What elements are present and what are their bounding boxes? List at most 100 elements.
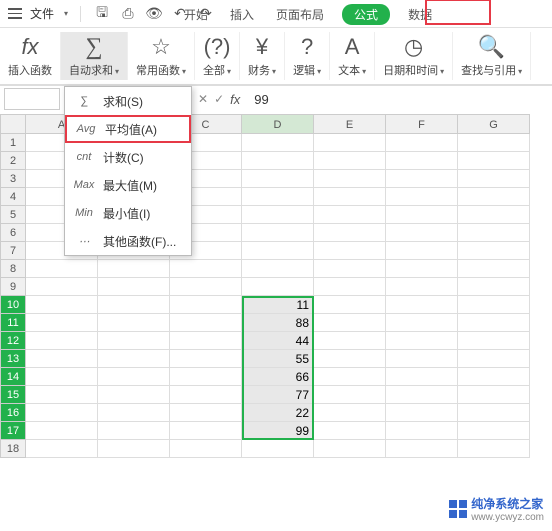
cell-F10[interactable] <box>386 296 458 314</box>
cell-D15[interactable]: 77 <box>242 386 314 404</box>
cell-C16[interactable] <box>170 404 242 422</box>
cell-D5[interactable] <box>242 206 314 224</box>
cell-A15[interactable] <box>26 386 98 404</box>
row-header-8[interactable]: 8 <box>0 260 26 278</box>
cell-B11[interactable] <box>98 314 170 332</box>
row-header-11[interactable]: 11 <box>0 314 26 332</box>
tab-pagelayout[interactable]: 页面布局 <box>272 4 328 25</box>
row-header-7[interactable]: 7 <box>0 242 26 260</box>
row-header-4[interactable]: 4 <box>0 188 26 206</box>
col-header-g[interactable]: G <box>458 114 530 134</box>
cell-G13[interactable] <box>458 350 530 368</box>
ribbon-common[interactable]: ☆ 常用函数▾ <box>128 32 195 80</box>
cell-E16[interactable] <box>314 404 386 422</box>
cell-E12[interactable] <box>314 332 386 350</box>
row-header-5[interactable]: 5 <box>0 206 26 224</box>
cell-B16[interactable] <box>98 404 170 422</box>
row-header-15[interactable]: 15 <box>0 386 26 404</box>
tab-home[interactable]: 开始 <box>180 4 212 25</box>
menu-more-functions[interactable]: ⋯ 其他函数(F)... <box>65 227 191 255</box>
formula-input[interactable]: 99 <box>246 92 268 107</box>
cell-E14[interactable] <box>314 368 386 386</box>
cell-B17[interactable] <box>98 422 170 440</box>
cell-D7[interactable] <box>242 242 314 260</box>
cell-G4[interactable] <box>458 188 530 206</box>
ribbon-lookup[interactable]: 🔍 查找与引用▾ <box>453 32 531 80</box>
cancel-formula-icon[interactable]: ✕ <box>198 92 208 106</box>
cell-A13[interactable] <box>26 350 98 368</box>
cell-E3[interactable] <box>314 170 386 188</box>
cell-G15[interactable] <box>458 386 530 404</box>
cell-F15[interactable] <box>386 386 458 404</box>
menu-min[interactable]: Min 最小值(I) <box>65 199 191 227</box>
cell-E18[interactable] <box>314 440 386 458</box>
cell-G1[interactable] <box>458 134 530 152</box>
row-header-9[interactable]: 9 <box>0 278 26 296</box>
cell-D11[interactable]: 88 <box>242 314 314 332</box>
menu-sum[interactable]: ∑ 求和(S) <box>65 87 191 115</box>
cell-F7[interactable] <box>386 242 458 260</box>
cell-C10[interactable] <box>170 296 242 314</box>
cell-E4[interactable] <box>314 188 386 206</box>
cell-D14[interactable]: 66 <box>242 368 314 386</box>
cell-A9[interactable] <box>26 278 98 296</box>
cell-F16[interactable] <box>386 404 458 422</box>
cell-D1[interactable] <box>242 134 314 152</box>
cell-C9[interactable] <box>170 278 242 296</box>
cell-E6[interactable] <box>314 224 386 242</box>
row-header-17[interactable]: 17 <box>0 422 26 440</box>
accept-formula-icon[interactable]: ✓ <box>214 92 224 106</box>
cell-F4[interactable] <box>386 188 458 206</box>
ribbon-logical[interactable]: ? 逻辑▾ <box>285 32 330 80</box>
cell-G9[interactable] <box>458 278 530 296</box>
cell-E17[interactable] <box>314 422 386 440</box>
row-header-1[interactable]: 1 <box>0 134 26 152</box>
cell-F12[interactable] <box>386 332 458 350</box>
cell-G16[interactable] <box>458 404 530 422</box>
cell-D2[interactable] <box>242 152 314 170</box>
cell-G18[interactable] <box>458 440 530 458</box>
cell-A10[interactable] <box>26 296 98 314</box>
menu-max[interactable]: Max 最大值(M) <box>65 171 191 199</box>
cell-B8[interactable] <box>98 260 170 278</box>
cell-E10[interactable] <box>314 296 386 314</box>
cell-E9[interactable] <box>314 278 386 296</box>
cell-B18[interactable] <box>98 440 170 458</box>
cell-C8[interactable] <box>170 260 242 278</box>
cell-A18[interactable] <box>26 440 98 458</box>
cell-D4[interactable] <box>242 188 314 206</box>
tab-formula[interactable]: 公式 <box>342 4 390 25</box>
cell-F11[interactable] <box>386 314 458 332</box>
ribbon-all[interactable]: (?) 全部▾ <box>195 32 240 80</box>
cell-D3[interactable] <box>242 170 314 188</box>
cell-E1[interactable] <box>314 134 386 152</box>
cell-C11[interactable] <box>170 314 242 332</box>
cell-D12[interactable]: 44 <box>242 332 314 350</box>
menu-count[interactable]: cnt 计数(C) <box>65 143 191 171</box>
cell-F1[interactable] <box>386 134 458 152</box>
cell-D18[interactable] <box>242 440 314 458</box>
ribbon-autosum[interactable]: ∑ 自动求和▾ <box>61 32 128 80</box>
cell-F9[interactable] <box>386 278 458 296</box>
cell-E13[interactable] <box>314 350 386 368</box>
ribbon-datetime[interactable]: ◷ 日期和时间▾ <box>375 32 453 80</box>
cell-E2[interactable] <box>314 152 386 170</box>
row-header-10[interactable]: 10 <box>0 296 26 314</box>
col-header-d[interactable]: D <box>242 114 314 134</box>
select-all-corner[interactable] <box>0 114 26 134</box>
cell-B9[interactable] <box>98 278 170 296</box>
ribbon-insert-function[interactable]: fx 插入函数 <box>0 32 61 80</box>
ribbon-text[interactable]: A 文本▾ <box>330 32 375 80</box>
cell-B12[interactable] <box>98 332 170 350</box>
cell-G8[interactable] <box>458 260 530 278</box>
name-box[interactable] <box>4 88 60 110</box>
row-header-12[interactable]: 12 <box>0 332 26 350</box>
cell-F18[interactable] <box>386 440 458 458</box>
cell-A14[interactable] <box>26 368 98 386</box>
row-header-3[interactable]: 3 <box>0 170 26 188</box>
cell-G10[interactable] <box>458 296 530 314</box>
cell-C18[interactable] <box>170 440 242 458</box>
col-header-f[interactable]: F <box>386 114 458 134</box>
cell-A16[interactable] <box>26 404 98 422</box>
cell-G11[interactable] <box>458 314 530 332</box>
